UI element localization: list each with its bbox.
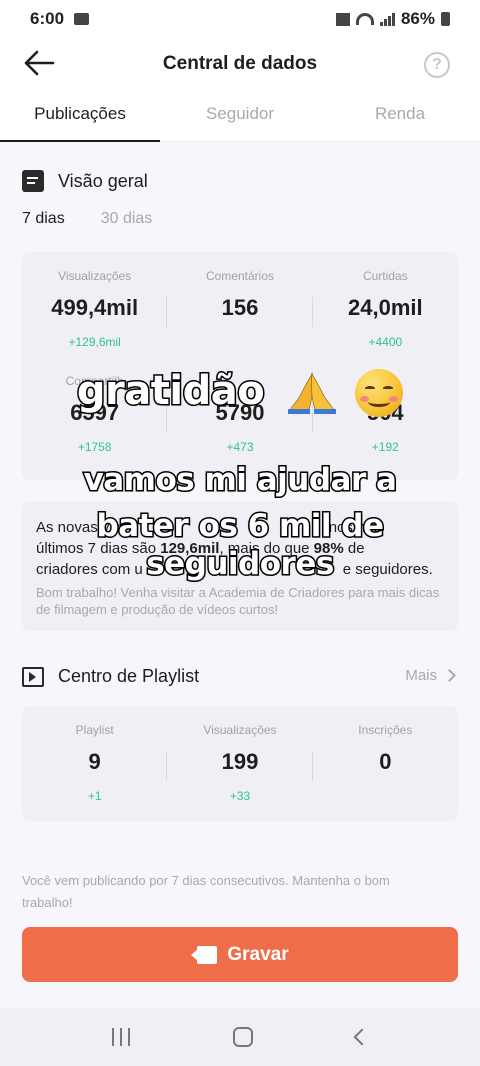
data-saver-icon <box>335 12 350 26</box>
stat-delta <box>313 789 458 803</box>
record-button[interactable]: Gravar <box>22 927 458 982</box>
stat-value: 156 <box>221 295 259 320</box>
streak-note: Você vem publicando por 7 dias consecuti… <box>22 873 390 910</box>
status-bar: 6:00 86% <box>0 0 480 38</box>
caption-line-3: bater os 6 mil de <box>95 507 386 546</box>
playlist-title: Centro de Playlist <box>58 666 200 686</box>
overview-stats-card: Visualizações 499,4mil +129,6mil Comentá… <box>22 252 458 480</box>
battery-percent: 86% <box>400 9 435 28</box>
stat-views[interactable]: Visualizações 499,4mil +129,6mil <box>22 269 168 349</box>
tab-renda[interactable]: Renda <box>320 90 480 141</box>
page-title: Central de dados <box>162 53 318 74</box>
folded-hands-icon <box>287 372 336 414</box>
caption-text: gratidão <box>75 367 266 416</box>
recents-icon[interactable] <box>111 1028 130 1046</box>
home-icon[interactable] <box>232 1027 253 1047</box>
stat-playlist[interactable]: Playlist 9 +1 <box>22 723 168 803</box>
stat-delta: +33 <box>229 789 251 803</box>
stat-label: Visualizações <box>203 723 277 737</box>
stat-delta: +4400 <box>368 335 403 349</box>
app-header: Central de dados ? <box>0 38 480 90</box>
back-icon[interactable] <box>353 1028 371 1046</box>
period-30-days[interactable]: 30 dias <box>101 210 153 228</box>
overview-stats-row-1: Visualizações 499,4mil +129,6mil Comentá… <box>22 269 458 349</box>
stat-value: 199 <box>221 749 259 774</box>
stat-delta: +473 <box>226 440 254 454</box>
stat-subscriptions[interactable]: Inscrições 0 <box>313 723 458 803</box>
stat-value: 9 <box>88 749 101 774</box>
tab-bar: Publicações Seguidor Renda <box>0 90 480 142</box>
stat-playlist-views[interactable]: Visualizações 199 +33 <box>167 723 313 803</box>
playlist-stats-row: Playlist 9 +1 Visualizações 199 +33 Insc… <box>22 723 458 803</box>
playlist-heading: Centro de Playlist <box>22 666 199 687</box>
overview-title: Visão geral <box>58 170 148 191</box>
stat-value: 499,4mil <box>51 295 139 320</box>
playlist-icon <box>22 666 44 687</box>
back-arrow-icon[interactable] <box>22 48 56 78</box>
signal-icon <box>379 12 395 26</box>
caption-line-2: vamos mi ajudar a <box>82 461 398 500</box>
caption-block: vamos mi ajudar a bater os 6 mil de segu… <box>0 460 480 584</box>
help-icon[interactable]: ? <box>424 52 450 78</box>
wifi-icon <box>355 13 374 25</box>
gallery-notification-icon <box>74 13 90 25</box>
stat-label: Curtidas <box>362 269 408 283</box>
stat-delta: +1758 <box>77 440 112 454</box>
stat-label: Inscrições <box>358 723 413 737</box>
playlist-stats-card: Playlist 9 +1 Visualizações 199 +33 Insc… <box>22 706 458 821</box>
stat-delta: +129,6mil <box>68 335 121 349</box>
more-label: Mais <box>405 667 437 684</box>
system-nav-bar <box>0 1008 480 1066</box>
chevron-right-icon <box>443 669 456 682</box>
stat-label: Comentários <box>205 269 274 283</box>
smiling-face-icon <box>355 369 404 417</box>
stat-delta: +192 <box>371 440 399 454</box>
stat-comments[interactable]: Comentários 156 <box>167 269 313 349</box>
document-icon <box>22 170 44 192</box>
caption-line-1: gratidão <box>0 367 480 417</box>
stat-value: 24,0mil <box>348 295 423 320</box>
stat-delta: +1 <box>87 789 102 803</box>
status-time: 6:00 <box>30 9 65 28</box>
caption-line-4: seguidores <box>145 545 336 584</box>
tab-seguidor[interactable]: Seguidor <box>160 90 320 141</box>
stat-label: Playlist <box>75 723 114 737</box>
tab-publicacoes[interactable]: Publicações <box>0 90 160 142</box>
playlist-more-link[interactable]: Mais <box>405 667 456 684</box>
period-selector: 7 dias 30 dias <box>22 210 152 228</box>
period-7-days[interactable]: 7 dias <box>22 210 65 228</box>
insight-subtext[interactable]: Bom trabalho! Venha visitar a Academia d… <box>36 584 444 618</box>
battery-icon <box>441 12 450 26</box>
stat-label: Visualizações <box>58 269 132 283</box>
status-right: 86% <box>335 9 450 29</box>
overview-heading: Visão geral <box>22 170 148 192</box>
stat-likes[interactable]: Curtidas 24,0mil +4400 <box>313 269 458 349</box>
stat-delta <box>167 335 312 349</box>
record-button-label: Gravar <box>227 943 289 965</box>
stat-value: 0 <box>379 749 392 774</box>
video-camera-icon <box>191 945 218 964</box>
